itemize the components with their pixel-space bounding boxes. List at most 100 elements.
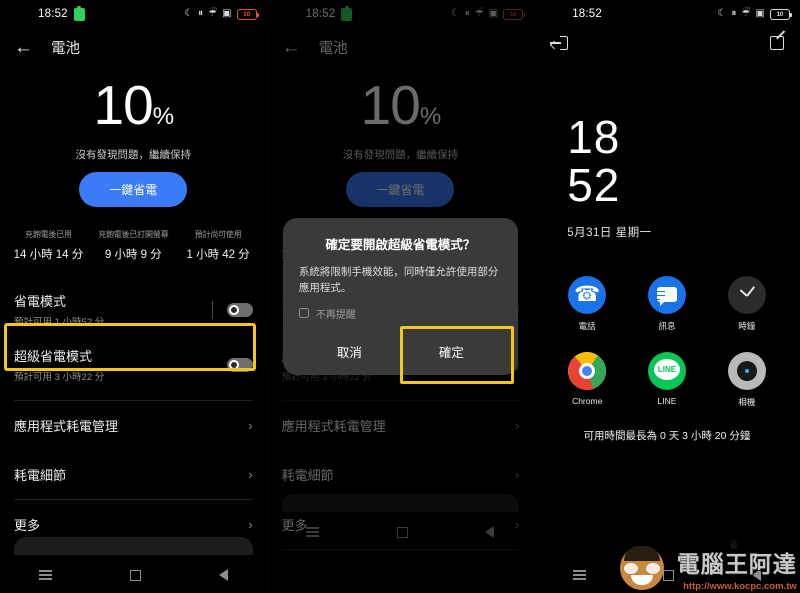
chrome-icon: [568, 351, 607, 390]
menu-icon[interactable]: [38, 570, 52, 580]
app-camera[interactable]: 相機: [716, 351, 778, 408]
page-title: 電池: [51, 40, 80, 57]
panel-battery-settings: 18:52 ☾ ⏸ ☔ ▣ 10 ← 電池 10% 沒有發現問題，繼續保持 一鍵…: [0, 0, 267, 593]
crown-icon: ♛: [728, 537, 740, 552]
clock-date: 5月31日 星期一: [567, 226, 652, 239]
screenshot-root: 18:52 ☾ ⏸ ☔ ▣ 10 ← 電池 10% 沒有發現問題，繼續保持 一鍵…: [0, 0, 800, 593]
clock-minutes: 52: [567, 159, 621, 212]
app-label: 電話: [578, 320, 596, 331]
app-message[interactable]: 訊息: [636, 275, 698, 332]
camera-icon: [727, 351, 766, 390]
row-subtitle: 預計可用 1 小時52 分: [14, 317, 105, 328]
home-icon[interactable]: [129, 569, 141, 581]
battery-icon: 10: [769, 8, 792, 20]
line-icon: LINE: [647, 351, 686, 390]
status-time: 18:52: [38, 8, 68, 20]
app-label: 訊息: [658, 320, 676, 331]
stat-value: 1 小時 42 分: [186, 249, 250, 261]
app-row: Chrome LINE LINE 相機: [556, 351, 778, 408]
row-title: 省電模式: [14, 294, 67, 309]
cancel-button[interactable]: 取消: [299, 329, 400, 375]
dialog-title: 確定要開啟超級省電模式？: [325, 238, 476, 252]
panel-confirm-dialog: 18:52 ☾ ⏸ ☔ ▣ 10 ← 電池 10% 沒有發現問題，繼續保持 一鍵…: [266, 0, 534, 593]
stat-label: 充飽電後已用: [25, 230, 72, 239]
status-icons: ☾ ⏸ ☔ ▣ 10: [184, 8, 259, 20]
row-title: 更多: [14, 518, 41, 533]
checkbox-label: 不再提醒: [315, 309, 356, 321]
clock-hours: 18: [567, 111, 621, 163]
battery-hero: 10% 沒有發現問題，繼續保持 一鍵省電: [0, 66, 267, 207]
back-button[interactable]: ←: [14, 38, 33, 57]
settings-rows: 省電模式 預計可用 1 小時52 分 超級省電模式 預計可用 3 小時22 分 …: [0, 282, 267, 550]
stat-value: 14 小時 14 分: [13, 249, 84, 261]
message-icon: [647, 275, 686, 314]
toggle-super-power-save-mode[interactable]: [226, 357, 253, 372]
row-super-power-save-mode[interactable]: 超級省電模式 預計可用 3 小時22 分: [0, 337, 267, 392]
checkbox-icon[interactable]: [298, 308, 309, 319]
moon-icon: ☾: [184, 8, 194, 19]
app-chrome[interactable]: Chrome: [556, 351, 618, 408]
app-label: Chrome: [572, 395, 603, 406]
chevron-right-icon: ›: [248, 467, 253, 482]
row-app-power-management[interactable]: 應用程式耗電管理 ›: [0, 401, 267, 450]
app-line[interactable]: LINE LINE: [636, 351, 698, 408]
charging-badge-icon: [73, 5, 85, 21]
row-subtitle: 預計可用 3 小時22 分: [14, 372, 105, 383]
battery-icon: 10: [236, 8, 259, 20]
panel-super-power-save-home: 18:52 ☾ ⏸ ☔ ▣ 10 18 52 5月31日 星期一 電話: [533, 0, 800, 593]
app-row: 電話 訊息 時鐘: [556, 275, 778, 332]
chevron-right-icon: ›: [248, 418, 253, 433]
app-phone[interactable]: 電話: [556, 275, 618, 332]
clock-icon: [727, 275, 766, 314]
vibrate-icon: ⏸: [198, 8, 204, 19]
power-save-toolbar: [534, 28, 800, 58]
back-icon[interactable]: [218, 569, 228, 581]
confirm-button[interactable]: 確定: [401, 329, 502, 375]
available-time-text: 可用時間最長為 0 天 3 小時 20 分鐘: [583, 429, 751, 442]
app-bar: ← 電池: [0, 28, 267, 66]
exit-icon[interactable]: [550, 36, 569, 50]
menu-icon[interactable]: [572, 570, 586, 580]
dialog-overlay: 確定要開啟超級省電模式？ 系統將限制手機效能，同時僅允許使用部分應用程式。 不再…: [268, 0, 534, 593]
app-clock[interactable]: 時鐘: [716, 275, 778, 332]
toggle-power-save-mode[interactable]: [226, 302, 253, 317]
app-label: 時鐘: [738, 320, 756, 331]
bottom-sheet-handle[interactable]: [14, 537, 253, 555]
phone-icon: [568, 275, 607, 314]
row-title: 耗電細節: [14, 468, 67, 483]
row-power-save-mode[interactable]: 省電模式 預計可用 1 小時52 分: [0, 282, 267, 337]
home-icon[interactable]: [663, 569, 675, 581]
clock-widget: 18 52 5月31日 星期一: [534, 113, 800, 240]
dialog-message: 系統將限制手機效能，同時僅允許使用部分應用程式。: [298, 266, 499, 295]
status-icons: ☾ ⏸ ☔ ▣ 10: [717, 8, 792, 20]
dont-remind-checkbox-row[interactable]: 不再提醒: [298, 306, 502, 321]
vibrate-icon: ⏸: [731, 8, 737, 19]
stat-value: 9 小時 9 分: [104, 249, 162, 261]
moon-icon: ☾: [717, 8, 727, 19]
screenshot-icon: ▣: [222, 8, 232, 19]
confirm-dialog: 確定要開啟超級省電模式？ 系統將限制手機效能，同時僅允許使用部分應用程式。 不再…: [282, 218, 518, 384]
edit-icon[interactable]: [769, 36, 784, 50]
stat-item: 充飽電後已用 14 小時 14 分: [6, 229, 91, 262]
stat-item: 預計尚可使用 1 小時 42 分: [176, 229, 261, 262]
wifi-icon: ☔: [208, 8, 218, 19]
row-title: 超級省電模式: [14, 349, 93, 364]
divider: [211, 300, 213, 319]
status-bar: 18:52 ☾ ⏸ ☔ ▣ 10: [0, 0, 267, 28]
battery-status-text: 沒有發現問題，繼續保持: [75, 149, 192, 161]
stat-label: 預計尚可使用: [194, 230, 242, 239]
screenshot-icon: ▣: [755, 8, 765, 19]
one-tap-save-button[interactable]: 一鍵省電: [79, 172, 188, 207]
battery-stats: 充飽電後已用 14 小時 14 分 充飽電後已打開螢幕 9 小時 9 分 預計尚…: [0, 229, 267, 262]
status-bar: 18:52 ☾ ⏸ ☔ ▣ 10: [534, 0, 800, 28]
stat-item: 充飽電後已打開螢幕 9 小時 9 分: [91, 229, 176, 262]
navigation-bar: [0, 557, 267, 593]
wifi-icon: ☔: [741, 8, 751, 19]
back-icon[interactable]: [752, 569, 762, 581]
app-label: LINE: [657, 395, 677, 406]
app-label: 相機: [738, 396, 756, 407]
navigation-bar: [534, 557, 800, 593]
row-title: 應用程式耗電管理: [14, 419, 119, 434]
chevron-right-icon: ›: [248, 517, 253, 532]
row-power-detail[interactable]: 耗電細節 ›: [0, 450, 267, 499]
